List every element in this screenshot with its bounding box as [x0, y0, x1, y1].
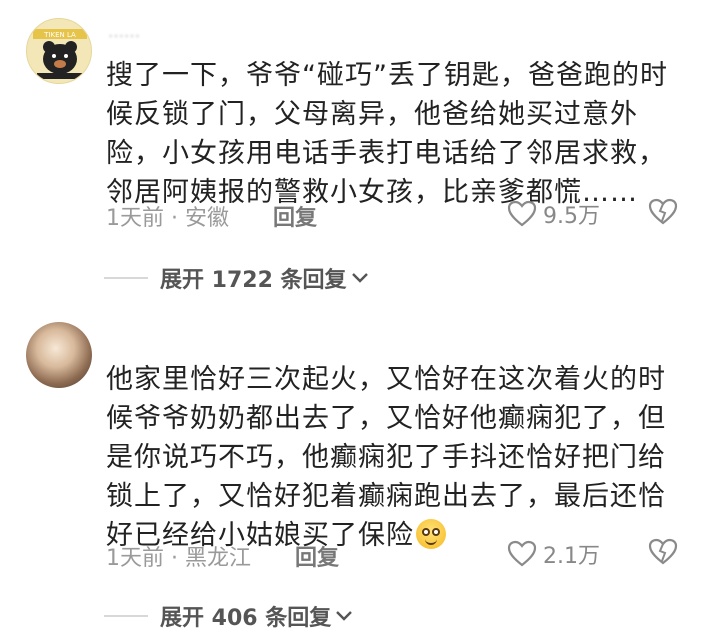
broken-heart-icon	[648, 538, 678, 565]
comment-text: 他家里恰好三次起火，又恰好在这次着火的时 候爷爷奶奶都出去了，又恰好他癫痫犯了，…	[106, 360, 696, 555]
like-button[interactable]: 2.1万	[507, 538, 600, 570]
avatar-logo-text: TIKEN LA	[43, 31, 76, 39]
comment-text: 搜了一下，爷爷“碰巧”丢了钥匙，爸爸跑的时 候反锁了门，父母离异，他爸给她买过意…	[106, 56, 696, 212]
expand-replies-label: 展开 1722 条回复	[160, 268, 347, 293]
heart-icon	[507, 200, 537, 227]
reply-button[interactable]: 回复	[273, 200, 317, 232]
comment-meta: 1天前 · 安徽 回复	[106, 200, 317, 232]
expand-replies-button[interactable]: 展开 406 条回复	[104, 600, 353, 632]
reply-button[interactable]: 回复	[295, 540, 339, 572]
like-button[interactable]: 9.5万	[507, 198, 600, 230]
comment-line: 候反锁了门，父母离异，他爸给她买过意外	[106, 99, 638, 130]
dislike-button[interactable]	[648, 538, 678, 570]
comment-meta: 1天前 · 黑龙江 回复	[106, 540, 339, 572]
like-count: 9.5万	[543, 204, 600, 229]
divider-line	[104, 615, 148, 617]
comment-line: 他家里恰好三次起火，又恰好在这次着火的时	[106, 364, 666, 395]
divider-line	[104, 277, 148, 279]
dislike-button[interactable]	[648, 198, 678, 230]
comment-line: 锁上了，又恰好犯着癫痫跑出去了，最后还恰	[106, 481, 666, 512]
username[interactable]: ‥‥‥	[108, 22, 140, 41]
blush-emoji-icon	[416, 519, 446, 549]
expand-replies-label: 展开 406 条回复	[160, 606, 332, 631]
chevron-down-icon	[351, 273, 368, 283]
like-count: 2.1万	[543, 544, 600, 569]
user-avatar[interactable]	[26, 322, 92, 388]
time-location: 1天前 · 安徽	[106, 206, 229, 231]
comment-line: 搜了一下，爷爷“碰巧”丢了钥匙，爸爸跑的时	[106, 60, 668, 91]
time-location: 1天前 · 黑龙江	[106, 546, 251, 571]
broken-heart-icon	[648, 198, 678, 225]
heart-icon	[507, 540, 537, 567]
comment-line: 险，小女孩用电话手表打电话给了邻居求救，	[106, 138, 666, 169]
comment-line: 候爷爷奶奶都出去了，又恰好他癫痫犯了，但	[106, 403, 666, 434]
chevron-down-icon	[336, 611, 353, 621]
bear-avatar-icon: TIKEN LA	[33, 29, 87, 79]
comment-line: 是你说巧不巧，他癫痫犯了手抖还恰好把门给	[106, 442, 666, 473]
expand-replies-button[interactable]: 展开 1722 条回复	[104, 262, 369, 294]
user-avatar[interactable]: TIKEN LA	[26, 18, 92, 84]
